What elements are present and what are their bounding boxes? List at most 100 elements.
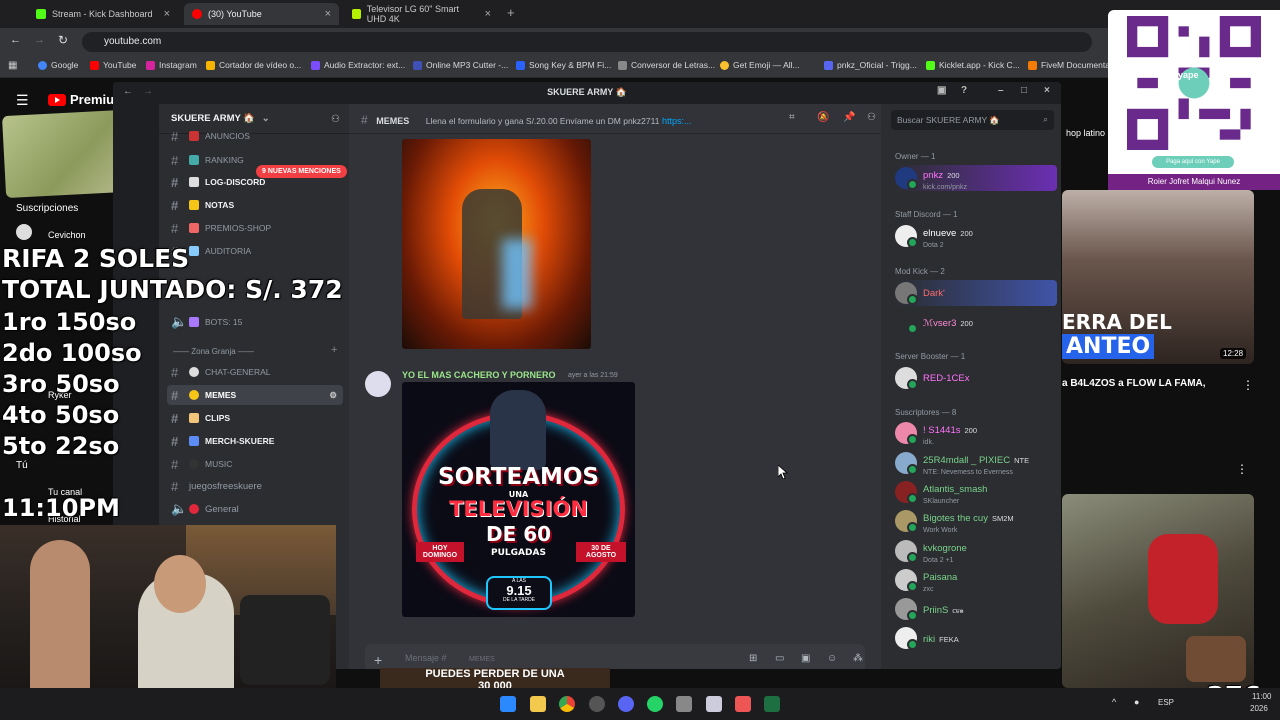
member-s1441s[interactable]: ! S1441s 200 idk.	[895, 420, 1057, 446]
tab-kick-dashboard[interactable]: Stream - Kick Dashboard ×	[28, 3, 178, 25]
gift-icon[interactable]: ⊞	[749, 653, 757, 664]
playlist-title[interactable]: hop latino	[1066, 128, 1105, 138]
yape-pay-button[interactable]: Paga aquí con Yape	[1152, 156, 1234, 168]
bookmark-audio-extractor[interactable]: Audio Extractor: ext...	[311, 60, 405, 70]
sidebar-item-cevichon[interactable]: Cevichon	[48, 230, 86, 240]
menu-icon[interactable]: ☰	[16, 92, 29, 109]
windows-start-icon[interactable]	[500, 696, 516, 712]
members-icon[interactable]: ⚇	[867, 112, 876, 123]
apps-grid-icon[interactable]: ▦	[8, 60, 17, 71]
channel-auditoria[interactable]: # AUDITORIA	[167, 241, 343, 261]
back-icon[interactable]: ←	[10, 34, 21, 46]
add-attachment-icon[interactable]: +	[374, 652, 382, 668]
channel-bots[interactable]: 🔈 BOTS: 15	[167, 312, 343, 332]
close-tab-icon[interactable]: ×	[485, 8, 491, 20]
file-explorer-icon[interactable]	[530, 696, 546, 712]
pin-icon[interactable]: 📌	[843, 112, 855, 123]
video-thumbnail[interactable]	[1062, 494, 1254, 688]
video-title[interactable]: a B4L4ZOS a FLOW LA FAMA,	[1062, 378, 1206, 389]
sticker-icon[interactable]: ▣	[801, 653, 810, 664]
bookmark-cortador[interactable]: Cortador de vídeo o...	[206, 60, 301, 70]
member-25r4mdall[interactable]: 25R4mdall _ PIXIEC NTE NTE: Nevemess to Ev…	[895, 450, 1057, 476]
member-atlantis-smash[interactable]: Atlantis_smash SKlauncher	[895, 479, 1057, 505]
bookmark-instagram[interactable]: Instagram	[146, 60, 197, 70]
member-paisana[interactable]: Paisana zxc	[895, 567, 1057, 593]
add-channel-icon[interactable]: +	[331, 344, 337, 356]
close-tab-icon[interactable]: ×	[325, 8, 331, 20]
back-arrow-icon[interactable]: ←	[123, 86, 133, 97]
author-avatar[interactable]	[365, 371, 391, 397]
channel-premios-shop[interactable]: # PREMIOS-SHOP	[167, 218, 343, 238]
bookmark-conversor[interactable]: Conversor de Letras...	[618, 60, 715, 70]
channel-log-discord[interactable]: # LOG-DISCORD	[167, 172, 343, 192]
category-zona-granja[interactable]: —— Zona Granja ——	[173, 347, 254, 356]
bookmark-fivem[interactable]: FiveM Documentat	[1028, 60, 1112, 70]
inbox-icon[interactable]: ▣	[937, 85, 946, 96]
sidebar-tu[interactable]: Tú	[16, 460, 28, 471]
maximize-icon[interactable]: □	[1021, 85, 1027, 96]
emoji-icon[interactable]: ☺	[827, 653, 837, 664]
apps-icon[interactable]: ⁂	[853, 653, 863, 664]
more-options-icon[interactable]: ⋮	[1236, 462, 1248, 476]
whatsapp-icon[interactable]	[647, 696, 663, 712]
help-icon[interactable]: ?	[961, 85, 967, 96]
member-bigotes-the-cuy[interactable]: Bigotes the cuy SM2M Work Work	[895, 508, 1057, 534]
sidebar-suscripciones[interactable]: Suscripciones	[16, 203, 78, 214]
channel-merch-skuere[interactable]: # MERCH-SKUERE	[167, 431, 343, 451]
channel-music[interactable]: # MUSIC	[167, 454, 343, 474]
close-tab-icon[interactable]: ×	[164, 8, 170, 20]
gif-icon[interactable]: ▭	[775, 653, 784, 664]
tray-date[interactable]: 2026	[1250, 704, 1268, 713]
member-riki[interactable]: riki FEKA	[895, 625, 1057, 651]
message-input[interactable]: Mensaje # MEMES	[365, 644, 865, 669]
obs-icon[interactable]	[589, 696, 605, 712]
forward-arrow-icon[interactable]: →	[143, 86, 153, 97]
bookmark-pnkz[interactable]: pnkz_Oficial - Trigg...	[824, 60, 917, 70]
minimize-icon[interactable]: –	[998, 85, 1004, 96]
channel-chat-general[interactable]: # CHAT-GENERAL	[167, 362, 343, 382]
excel-icon[interactable]	[764, 696, 780, 712]
member-red-1cex[interactable]: RED-1CEx	[895, 365, 1057, 391]
tray-clock[interactable]: 11:00	[1252, 692, 1271, 701]
member-dark[interactable]: Dark'	[895, 280, 1057, 306]
search-input[interactable]: Buscar SKUERE ARMY 🏠 ⌕	[891, 110, 1054, 130]
member-priins[interactable]: PriinS ꮯꮜꮻ	[895, 596, 1057, 622]
meme-image-fire[interactable]	[402, 139, 591, 349]
chrome-icon[interactable]	[559, 696, 575, 712]
member-kvkogrone[interactable]: kvkogrone Dota 2 +1	[895, 538, 1057, 564]
discord-icon[interactable]	[618, 696, 634, 712]
close-icon[interactable]: ×	[1044, 85, 1050, 96]
bookmark-mp3-cutter[interactable]: Online MP3 Cutter -...	[413, 60, 508, 70]
member-pnkz[interactable]: pnkz 200 kick.com/pnkz	[895, 165, 1057, 191]
bookmark-kicklet[interactable]: Kicklet.app - Kick C...	[926, 60, 1020, 70]
channel-topic[interactable]: Llena el formulario y gana S/.20.00 Enví…	[426, 116, 660, 126]
message-author[interactable]: YO EL MAS CACHERO Y PORNERO	[402, 370, 556, 380]
member-mvser3[interactable]: ℳvser3 200	[895, 309, 1057, 335]
tray-chevron-icon[interactable]: ^	[1112, 697, 1116, 707]
mute-bell-icon[interactable]: 🔕	[817, 112, 829, 123]
new-tab-icon[interactable]: +	[507, 5, 515, 20]
tab-youtube[interactable]: (30) YouTube ×	[184, 3, 339, 25]
notepad-icon[interactable]	[706, 696, 722, 712]
settings-gear-icon[interactable]: ⚙	[329, 390, 337, 401]
url-field[interactable]: youtube.com	[82, 32, 1092, 52]
add-member-icon[interactable]: ⚇	[331, 114, 340, 125]
channel-notas[interactable]: # NOTAS	[167, 195, 343, 215]
microphone-icon[interactable]: ●	[1134, 697, 1139, 707]
channel-general-voice[interactable]: 🔈 General	[167, 499, 343, 519]
video-thumbnail[interactable]: ERRA DEL ANTEO 12:28	[1062, 190, 1254, 364]
bookmark-youtube[interactable]: YouTube	[90, 60, 136, 70]
app-icon[interactable]	[735, 696, 751, 712]
reload-icon[interactable]: ↻	[58, 33, 68, 47]
calculator-icon[interactable]	[676, 696, 692, 712]
channel-clips[interactable]: # CLIPS	[167, 408, 343, 428]
channel-juegosfreeskuere[interactable]: # juegosfreeskuere	[167, 476, 343, 496]
forward-icon[interactable]: →	[34, 34, 45, 46]
threads-icon[interactable]: ⌗	[789, 112, 795, 123]
giveaway-image[interactable]: SORTEAMOS UNA TELEVISIÓN DE 60 PULGADAS …	[402, 382, 635, 617]
tab-televisor[interactable]: Televisor LG 60" Smart UHD 4K ×	[344, 3, 499, 25]
language-indicator[interactable]: ESP	[1158, 698, 1174, 707]
topic-link[interactable]: https:...	[662, 116, 692, 126]
bookmark-google[interactable]: Google	[38, 60, 78, 70]
bookmark-song-key[interactable]: Song Key & BPM Fi...	[516, 60, 611, 70]
